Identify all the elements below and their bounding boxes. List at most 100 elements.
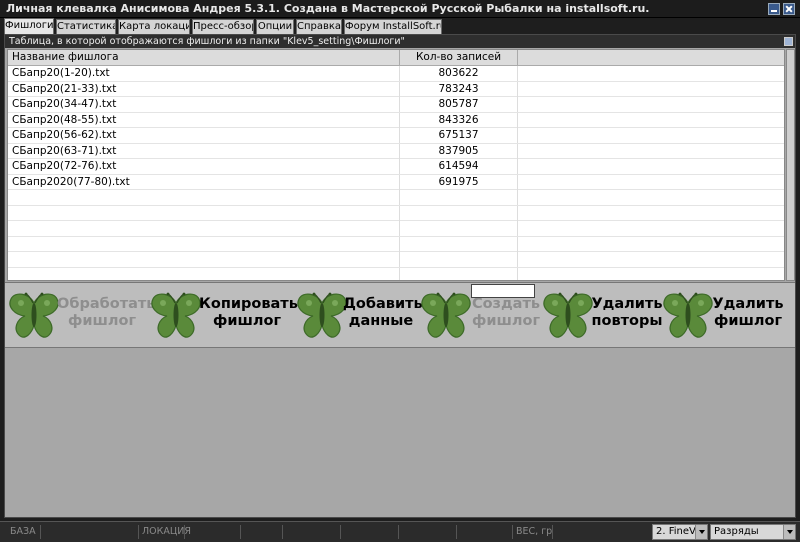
window-title: Личная клевалка Анисимова Андрея 5.3.1. … xyxy=(6,2,650,15)
actions-toolbar: Обработать фишлог Копировать фишлог Доба… xyxy=(5,282,795,348)
cell-record-count xyxy=(400,221,518,236)
cell-record-count xyxy=(400,205,518,221)
process-fishlog-label: Обработать фишлог xyxy=(57,296,156,329)
status-separator xyxy=(398,525,399,539)
status-separator xyxy=(552,525,553,539)
tab-statistics[interactable]: Статистика xyxy=(56,19,116,34)
table-row[interactable] xyxy=(8,236,784,252)
delete-fishlog-button[interactable]: Удалить фишлог xyxy=(661,289,791,345)
cell-fishlog-name xyxy=(8,236,400,252)
remove-duplicates-label: Удалить повторы xyxy=(591,296,663,329)
status-bar: БАЗА ЛОКАЦИЯ ВЕС, гр 2. FineVe Разряды xyxy=(0,521,800,542)
cell-fishlog-name xyxy=(8,190,400,205)
status-separator xyxy=(456,525,457,539)
tab-bar: Фишлоги Статистика Карта локаций Пресс-о… xyxy=(0,18,800,34)
status-separator xyxy=(40,525,41,539)
status-base: БАЗА xyxy=(10,526,36,537)
cell-fishlog-name: СБапр20(34-47).txt xyxy=(8,97,400,112)
butterfly-icon xyxy=(663,292,713,338)
process-fishlog-button[interactable]: Обработать фишлог xyxy=(7,289,156,345)
chevron-down-icon[interactable] xyxy=(783,525,795,539)
butterfly-icon xyxy=(297,292,347,338)
title-bar: Личная клевалка Анисимова Андрея 5.3.1. … xyxy=(0,0,800,18)
fine-select[interactable]: 2. FineVe xyxy=(652,524,708,540)
cell-record-count: 837905 xyxy=(400,143,518,159)
table-row[interactable]: СБапр20(1-20).txt 803622 xyxy=(8,66,784,82)
tab-help[interactable]: Справка xyxy=(296,19,342,34)
status-separator xyxy=(512,525,513,539)
fishlogs-panel: Таблица, в которой отображаются фишлоги … xyxy=(4,34,796,518)
tab-fishlogs[interactable]: Фишлоги xyxy=(4,18,54,34)
table-row[interactable] xyxy=(8,190,784,206)
cell-record-count: 691975 xyxy=(400,174,518,190)
status-separator xyxy=(340,525,341,539)
fishlog-table[interactable]: Название фишлога Кол-во записей СБапр20(… xyxy=(7,49,785,281)
column-header-count[interactable]: Кол-во записей xyxy=(400,50,518,66)
cell-fishlog-name xyxy=(8,267,400,280)
table-row[interactable] xyxy=(8,267,784,280)
tab-press-review[interactable]: Пресс-обзор xyxy=(192,19,254,34)
cell-record-count: 675137 xyxy=(400,128,518,143)
status-separator xyxy=(240,525,241,539)
status-separator xyxy=(138,525,139,539)
cell-record-count: 783243 xyxy=(400,81,518,97)
add-data-button[interactable]: Добавить данные xyxy=(295,289,423,345)
create-fishlog-name-input[interactable] xyxy=(471,284,535,298)
chevron-down-icon[interactable] xyxy=(695,525,707,539)
table-scrollbar[interactable] xyxy=(786,49,795,281)
table-row[interactable]: СБапр20(48-55).txt 843326 xyxy=(8,112,784,128)
cell-record-count: 614594 xyxy=(400,159,518,174)
status-separator xyxy=(184,525,185,539)
digits-select-value: Разряды xyxy=(714,526,759,537)
cell-fishlog-name xyxy=(8,252,400,267)
panel-caption: Таблица, в которой отображаются фишлоги … xyxy=(5,35,795,48)
copy-fishlog-button[interactable]: Копировать фишлог xyxy=(149,289,298,345)
column-header-empty xyxy=(518,50,784,66)
table-row[interactable] xyxy=(8,221,784,237)
create-fishlog-label: Создать фишлог xyxy=(471,296,541,329)
cell-record-count: 805787 xyxy=(400,97,518,112)
close-button[interactable] xyxy=(783,3,795,15)
table-row[interactable] xyxy=(8,205,784,221)
panel-caption-text: Таблица, в которой отображаются фишлоги … xyxy=(9,36,405,47)
table-header: Название фишлога Кол-во записей xyxy=(8,50,784,66)
table-row[interactable]: СБапр20(34-47).txt 805787 xyxy=(8,97,784,113)
cell-fishlog-name: СБапр20(72-76).txt xyxy=(8,159,400,174)
tab-location-map[interactable]: Карта локаций xyxy=(118,19,190,34)
cell-fishlog-name xyxy=(8,205,400,221)
status-weight: ВЕС, гр xyxy=(516,526,553,537)
remove-duplicates-button[interactable]: Удалить повторы xyxy=(541,289,663,345)
cell-fishlog-name: СБапр20(48-55).txt xyxy=(8,112,400,128)
table-row[interactable]: СБапр20(21-33).txt 783243 xyxy=(8,81,784,97)
table-row[interactable]: СБапр20(63-71).txt 837905 xyxy=(8,143,784,159)
cell-record-count xyxy=(400,252,518,267)
status-separator xyxy=(282,525,283,539)
table-row[interactable] xyxy=(8,252,784,268)
cell-fishlog-name: СБапр2020(77-80).txt xyxy=(8,174,400,190)
butterfly-icon xyxy=(151,292,201,338)
cell-fishlog-name: СБапр20(1-20).txt xyxy=(8,66,400,81)
cell-record-count: 843326 xyxy=(400,112,518,128)
cell-fishlog-name: СБапр20(63-71).txt xyxy=(8,143,400,159)
cell-record-count xyxy=(400,190,518,205)
delete-fishlog-label: Удалить фишлог xyxy=(712,296,784,329)
digits-select[interactable]: Разряды xyxy=(710,524,796,540)
butterfly-icon xyxy=(421,292,471,338)
cell-record-count xyxy=(400,267,518,280)
caption-restore-button[interactable] xyxy=(784,37,793,46)
cell-record-count: 803622 xyxy=(400,66,518,81)
table-row[interactable]: СБапр2020(77-80).txt 691975 xyxy=(8,174,784,190)
tab-forum[interactable]: Форум InstallSoft.ru xyxy=(344,19,442,34)
cell-fishlog-name xyxy=(8,221,400,236)
cell-fishlog-name: СБапр20(21-33).txt xyxy=(8,81,400,97)
cell-fishlog-name: СБапр20(56-62).txt xyxy=(8,128,400,143)
cell-record-count xyxy=(400,236,518,252)
table-row[interactable]: СБапр20(72-76).txt 614594 xyxy=(8,159,784,175)
copy-fishlog-label: Копировать фишлог xyxy=(199,296,298,329)
table-row[interactable]: СБапр20(56-62).txt 675137 xyxy=(8,128,784,144)
butterfly-icon xyxy=(543,292,593,338)
column-header-name[interactable]: Название фишлога xyxy=(8,50,400,66)
tab-options[interactable]: Опции xyxy=(256,19,294,34)
butterfly-icon xyxy=(9,292,59,338)
minimize-button[interactable] xyxy=(768,3,780,15)
